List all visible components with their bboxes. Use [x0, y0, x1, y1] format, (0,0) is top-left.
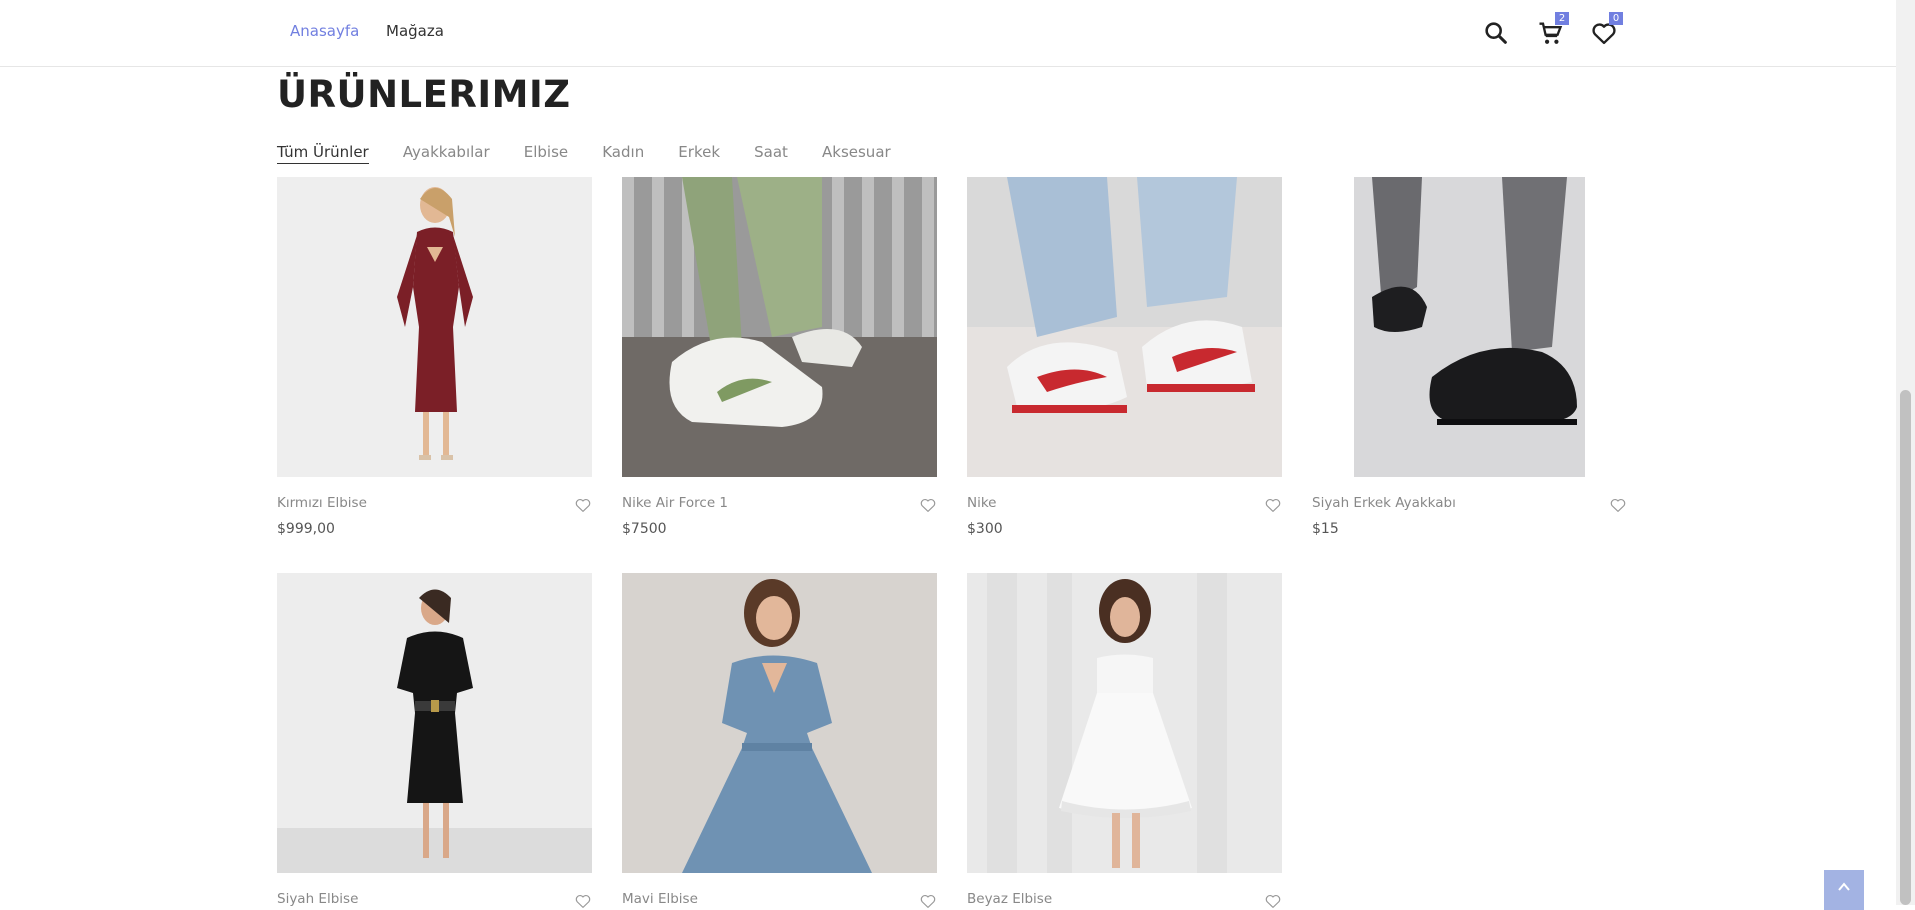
nav-shop[interactable]: Mağaza: [386, 22, 444, 40]
heart-icon[interactable]: [1264, 892, 1282, 910]
product-price: $300: [967, 521, 1003, 537]
scrollbar-thumb[interactable]: [1900, 390, 1911, 905]
scroll-to-top-button[interactable]: [1824, 870, 1864, 910]
product-card: Mavi Elbise: [622, 573, 937, 908]
product-name[interactable]: Nike: [967, 495, 997, 511]
heart-icon[interactable]: [1609, 496, 1627, 514]
product-image[interactable]: [277, 573, 592, 873]
filter-dress[interactable]: Elbise: [524, 143, 568, 163]
heart-icon[interactable]: 0: [1590, 12, 1623, 47]
product-price: $7500: [622, 521, 667, 537]
heart-icon[interactable]: [574, 496, 592, 514]
heart-icon[interactable]: [574, 892, 592, 910]
filter-women[interactable]: Kadın: [602, 143, 644, 163]
product-image[interactable]: [622, 573, 937, 873]
product-card: Nike Air Force 1 $7500: [622, 177, 937, 537]
cart-icon[interactable]: 2: [1536, 12, 1569, 47]
product-card: Nike $300: [967, 177, 1282, 537]
chevron-up-icon: [1838, 882, 1850, 891]
product-image[interactable]: [1312, 177, 1627, 477]
filter-watch[interactable]: Saat: [754, 143, 788, 163]
heart-icon[interactable]: [1264, 496, 1282, 514]
search-icon[interactable]: [1482, 19, 1510, 47]
scrollbar[interactable]: [1896, 0, 1915, 905]
nav-home[interactable]: Anasayfa: [290, 22, 359, 40]
product-image[interactable]: [277, 177, 592, 477]
product-name[interactable]: Siyah Erkek Ayakkabı: [1312, 495, 1456, 511]
product-card: Siyah Erkek Ayakkabı $15: [1312, 177, 1627, 537]
product-price: $999,00: [277, 521, 335, 537]
category-filters: Tüm Ürünler Ayakkabılar Elbise Kadın Erk…: [277, 142, 920, 166]
section-title: ÜRÜNLERIMIZ: [277, 73, 571, 116]
product-image[interactable]: [622, 177, 937, 477]
filter-all[interactable]: Tüm Ürünler: [277, 143, 369, 164]
cart-count-badge: 2: [1555, 12, 1569, 25]
heart-icon[interactable]: [919, 496, 937, 514]
filter-accessory[interactable]: Aksesuar: [822, 143, 891, 163]
product-card: Beyaz Elbise: [967, 573, 1282, 908]
product-price: $15: [1312, 521, 1339, 537]
product-card: Siyah Elbise: [277, 573, 592, 908]
product-card: Kırmızı Elbise $999,00: [277, 177, 592, 537]
product-name[interactable]: Kırmızı Elbise: [277, 495, 367, 511]
top-header: Anasayfa Mağaza 2 0: [0, 0, 1896, 67]
product-image[interactable]: [967, 573, 1282, 873]
wishlist-count-badge: 0: [1609, 12, 1623, 25]
product-image[interactable]: [967, 177, 1282, 477]
filter-men[interactable]: Erkek: [678, 143, 720, 163]
filter-shoes[interactable]: Ayakkabılar: [403, 143, 490, 163]
product-name[interactable]: Nike Air Force 1: [622, 495, 728, 511]
heart-icon[interactable]: [919, 892, 937, 910]
